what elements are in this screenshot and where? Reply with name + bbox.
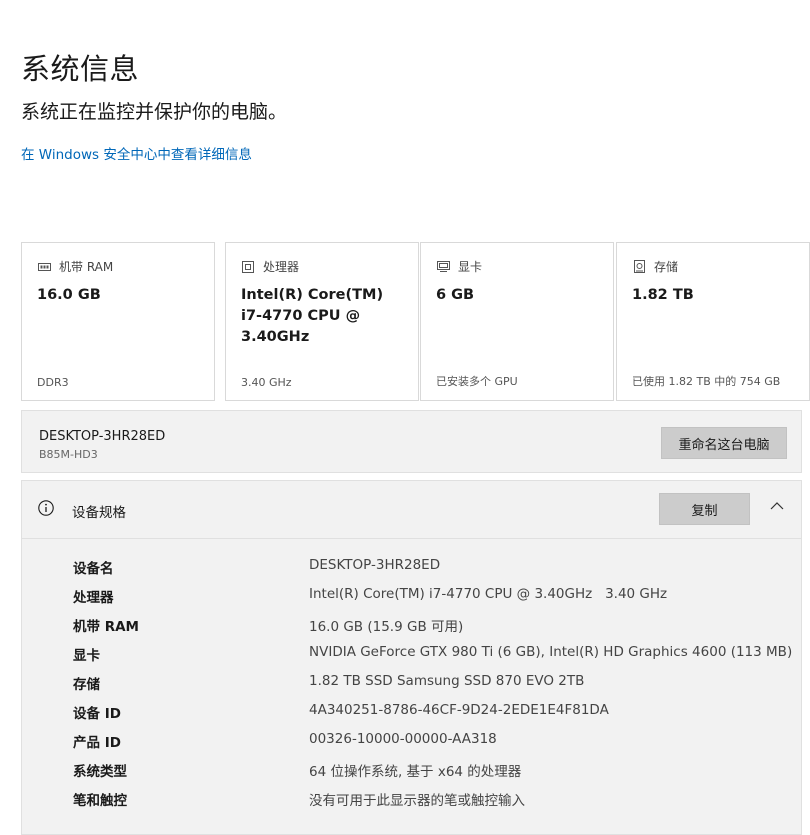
- spec-row-graphics: 显卡 NVIDIA GeForce GTX 980 Ti (6 GB), Int…: [22, 644, 801, 673]
- spec-value: 00326-10000-00000-AA318: [309, 731, 497, 747]
- processor-icon: [241, 260, 255, 274]
- spec-label: 设备 ID: [73, 706, 121, 722]
- device-name: DESKTOP-3HR28ED: [39, 429, 166, 444]
- spec-label: 显卡: [73, 648, 100, 664]
- spec-label: 存储: [73, 677, 100, 693]
- spec-label: 系统类型: [73, 764, 127, 780]
- spec-label: 机带 RAM: [73, 619, 139, 635]
- graphics-card-foot: 已安装多个 GPU: [436, 375, 518, 388]
- processor-card-foot: 3.40 GHz: [241, 376, 292, 389]
- graphics-card-icon: [436, 260, 450, 274]
- storage-card-value: 1.82 TB: [632, 287, 694, 303]
- spec-value: 1.82 TB SSD Samsung SSD 870 EVO 2TB: [309, 673, 585, 689]
- system-info-page: 系统信息 系统正在监控并保护你的电脑。 在 Windows 安全中心中查看详细信…: [0, 0, 810, 835]
- spec-row-device-id: 设备 ID 4A340251-8786-46CF-9D24-2EDE1E4F81…: [22, 702, 801, 731]
- spec-row-ram: 机带 RAM 16.0 GB (15.9 GB 可用): [22, 615, 801, 644]
- spec-label: 笔和触控: [73, 793, 127, 809]
- processor-card-label: 处理器: [263, 260, 300, 274]
- storage-icon: [632, 260, 646, 274]
- spec-label: 设备名: [73, 561, 114, 577]
- spec-value: DESKTOP-3HR28ED: [309, 557, 441, 573]
- page-subtitle: 系统正在监控并保护你的电脑。: [21, 101, 288, 123]
- ram-card-label: 机带 RAM: [59, 260, 114, 274]
- storage-card-label: 存储: [654, 260, 679, 274]
- spec-row-product-id: 产品 ID 00326-10000-00000-AA318: [22, 731, 801, 760]
- device-specifications-title: 设备规格: [72, 505, 126, 521]
- rename-pc-button[interactable]: 重命名这台电脑: [661, 427, 787, 459]
- spec-row-pen-touch: 笔和触控 没有可用于此显示器的笔或触控输入: [22, 789, 801, 818]
- spec-value: 16.0 GB (15.9 GB 可用): [309, 619, 464, 635]
- storage-card-foot: 已使用 1.82 TB 中的 754 GB: [632, 375, 781, 388]
- processor-card: 处理器 Intel(R) Core(TM) i7-4770 CPU @ 3.40…: [225, 242, 419, 401]
- windows-security-link[interactable]: 在 Windows 安全中心中查看详细信息: [21, 143, 252, 163]
- device-specifications-header[interactable]: 设备规格 复制: [22, 481, 801, 539]
- device-bar: DESKTOP-3HR28ED B85M-HD3 重命名这台电脑: [21, 410, 802, 473]
- spec-row-system-type: 系统类型 64 位操作系统, 基于 x64 的处理器: [22, 760, 801, 789]
- spec-row-storage: 存储 1.82 TB SSD Samsung SSD 870 EVO 2TB: [22, 673, 801, 702]
- ram-card-foot: DDR3: [37, 376, 69, 389]
- ram-card: 机带 RAM 16.0 GB DDR3: [21, 242, 215, 401]
- spec-row-device-name: 设备名 DESKTOP-3HR28ED: [22, 557, 801, 586]
- hardware-summary-cards: 机带 RAM 16.0 GB DDR3 处理器 Intel(R) Core(TM…: [21, 242, 810, 403]
- spec-value: 64 位操作系统, 基于 x64 的处理器: [309, 764, 522, 780]
- device-model: B85M-HD3: [39, 448, 98, 461]
- spec-value: 没有可用于此显示器的笔或触控输入: [309, 793, 525, 809]
- chevron-up-icon[interactable]: [770, 501, 784, 511]
- storage-card: 存储 1.82 TB 已使用 1.82 TB 中的 754 GB: [616, 242, 810, 401]
- spec-value: 4A340251-8786-46CF-9D24-2EDE1E4F81DA: [309, 702, 609, 718]
- spec-value: NVIDIA GeForce GTX 980 Ti (6 GB), Intel(…: [309, 644, 793, 660]
- spec-row-processor: 处理器 Intel(R) Core(TM) i7-4770 CPU @ 3.40…: [22, 586, 801, 615]
- info-icon: [38, 500, 54, 516]
- graphics-card-value: 6 GB: [436, 287, 475, 303]
- copy-button[interactable]: 复制: [659, 493, 750, 525]
- memory-icon: [37, 260, 51, 274]
- spec-value: Intel(R) Core(TM) i7-4770 CPU @ 3.40GHz …: [309, 586, 668, 602]
- graphics-card: 显卡 6 GB 已安装多个 GPU: [420, 242, 614, 401]
- processor-card-value: Intel(R) Core(TM) i7-4770 CPU @ 3.40GHz: [241, 287, 384, 345]
- spec-label: 处理器: [73, 590, 114, 606]
- device-specifications-panel: 设备规格 复制 设备名 DESKTOP-3HR28ED 处理器 Intel(R)…: [21, 480, 802, 835]
- graphics-card-label: 显卡: [458, 260, 483, 274]
- spec-label: 产品 ID: [73, 735, 121, 751]
- ram-card-value: 16.0 GB: [37, 287, 101, 303]
- page-title: 系统信息: [21, 52, 140, 86]
